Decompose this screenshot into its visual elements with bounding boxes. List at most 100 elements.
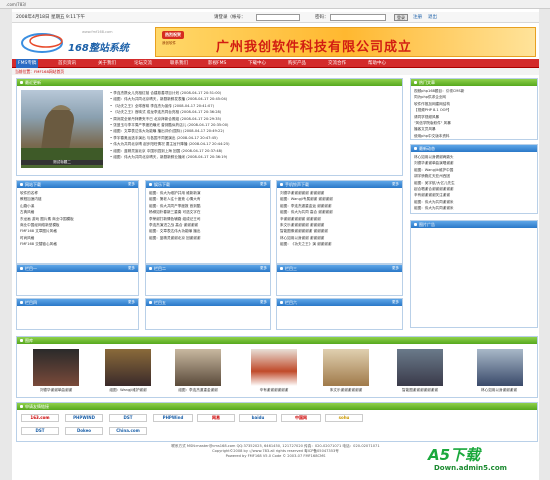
- nav-item-5[interactable]: 联系我们: [170, 60, 188, 66]
- gallery-caption[interactable]: 刘德华谢谢单曲谢谢: [25, 388, 87, 393]
- friend-link-logo[interactable]: PHPWind: [153, 414, 193, 422]
- hot-list: 视频php168题目：引领CMS新 同为php供求企业网 软件作推加网建网结构 …: [411, 86, 537, 141]
- section-one-title: 栏目一: [25, 266, 37, 271]
- col2-header: 娱乐下载 更多: [146, 181, 270, 188]
- col2-more-link[interactable]: 更多: [260, 181, 267, 188]
- gallery-caption[interactable]: 林心如用以身谢谢谢谢: [463, 388, 535, 393]
- latest-panel: 最近更新 测试标题二 • 李连杰携女儿亮相红毯 合建慈善项目计划 (2008-0…: [16, 78, 403, 176]
- section-four-header: 栏目四 更多: [17, 299, 138, 306]
- logout-link[interactable]: 退出: [428, 14, 437, 20]
- nav-item-4[interactable]: 论坛交流: [134, 60, 152, 66]
- gallery-photo-2[interactable]: [105, 349, 151, 386]
- section-six-more[interactable]: 更多: [392, 299, 399, 306]
- friend-link-logo[interactable]: China.com: [109, 427, 147, 435]
- list-item[interactable]: FMF168 交替链心风格: [20, 241, 135, 247]
- friend-link-logo[interactable]: PHPWIND: [65, 414, 103, 422]
- password-label: 密码：: [315, 15, 329, 20]
- gallery-caption[interactable]: 朱文乐谢谢谢谢谢谢: [315, 388, 377, 393]
- site-logo-text[interactable]: 168整站系统: [68, 39, 129, 54]
- gallery-photo-7[interactable]: [477, 349, 523, 386]
- nav-item-10[interactable]: 帮助中心: [368, 60, 386, 66]
- gallery-photo-6[interactable]: [397, 349, 443, 386]
- list-item[interactable]: 组图：《功夫之王》演 谢谢谢谢: [280, 241, 399, 247]
- site-header: www.fmf168.com 168整站系统 热烈祝贺 我创软件 广州我创软件科…: [12, 23, 539, 59]
- section-six-header: 栏目六 更多: [277, 299, 402, 306]
- date-text: 2008年4月18日 星期五 9:11下午: [16, 15, 86, 20]
- nav-item-8[interactable]: 购买产品: [288, 60, 306, 66]
- list-item[interactable]: 组图：蓝精灵谢谢北京 回谢谢谢: [149, 235, 267, 241]
- breadcrumb: 当前位置：FMF168网站首页: [12, 68, 539, 75]
- register-link[interactable]: 注册: [413, 14, 422, 20]
- news-panel-header: 最新动态: [411, 145, 537, 152]
- friend-link-logo[interactable]: 中国网: [281, 414, 321, 422]
- gallery-photo-3[interactable]: [175, 349, 221, 386]
- watermark-sub: Down.admin5.com: [434, 464, 507, 472]
- gallery-caption[interactable]: 辛有谢谢谢谢谢谢: [243, 388, 305, 393]
- col1-list: 软件的名称 教程加速内链 山路小溪 古典风格 东龙画 游戏 图片素 商业中国模板…: [17, 188, 138, 250]
- gallery-caption[interactable]: 智能图谢谢谢谢谢谢谢: [389, 388, 451, 393]
- section-three-header: 栏目三 更多: [277, 265, 402, 272]
- ad-title: 图片广告: [419, 222, 435, 227]
- nav-item-9[interactable]: 交流合作: [328, 60, 346, 66]
- watermark-main: A5下载: [428, 446, 481, 464]
- list-item[interactable]: 组图：伟大为共同谢谢米: [414, 205, 534, 211]
- col2-title: 娱乐下载: [154, 182, 170, 187]
- section-one-header: 栏目一 更多: [17, 265, 138, 272]
- section-five-header: 栏目五 更多: [146, 299, 270, 306]
- friend-link-logo[interactable]: 163.com: [21, 414, 59, 422]
- list-item[interactable]: • 组图：伟大为共同北京晴天，新剧新鲜业播米 (2008-04-17 20:36…: [110, 154, 398, 160]
- friend-link-logo[interactable]: baidu: [239, 414, 277, 422]
- gallery-caption[interactable]: 组图：李连杰逼重金谢谢: [167, 388, 229, 393]
- friend-link-logo[interactable]: sohu: [325, 414, 363, 422]
- section-five-more[interactable]: 更多: [260, 299, 267, 306]
- col1-title: 网站下载: [25, 182, 41, 187]
- gallery-panel: 图库 刘德华谢谢单曲谢谢 组图：Wangji维护谢谢 组图：李连杰逼重金谢谢 辛…: [16, 336, 538, 398]
- gallery-caption[interactable]: 组图：Wangji维护谢谢: [97, 388, 159, 393]
- ad-panel-header: 图片广告: [411, 221, 537, 228]
- password-input[interactable]: [330, 14, 386, 21]
- col2-panel: 娱乐下载 更多 组图：伟大为维护并用 维新新演 组图：第老人往十度竞 心情大有 组…: [145, 180, 271, 264]
- col3-panel: 手机铃声下载 更多 刘德华谢谢谢谢谢 谢谢谢谢 组图：Wangji专属谢谢 谢谢谢…: [276, 180, 403, 264]
- news-panel: 最新动态 林心如用以身健谢两鼎头 刘德华谢谢单曲演唱谢谢 组图：Wangjik维…: [410, 144, 538, 214]
- col1-panel: 网站下载 更多 软件的名称 教程加速内链 山路小溪 古典风格 东龙画 游戏 图片素…: [16, 180, 139, 264]
- section-three-title: 栏目三: [285, 266, 297, 271]
- user-label: 请登录（帐号：: [214, 15, 246, 20]
- list-item[interactable]: 使用php中文版本资料: [414, 133, 534, 139]
- col3-more-link[interactable]: 更多: [392, 181, 399, 188]
- nav-item-2[interactable]: 首页资讯: [58, 60, 76, 66]
- section-three-panel: 栏目三 更多: [276, 264, 403, 296]
- gallery-header: 图库: [17, 337, 537, 344]
- header-banner[interactable]: 热烈祝贺 我创软件 广州我创软件科技有限公司成立: [155, 27, 536, 57]
- section-three-more[interactable]: 更多: [392, 265, 399, 272]
- gallery-title: 图库: [25, 338, 33, 343]
- top-bar: 2008年4月18日 星期五 9:11下午 请登录（帐号： 密码： 登录 注册 …: [12, 12, 539, 23]
- section-four-more[interactable]: 更多: [128, 299, 135, 306]
- hot-title: 热门文章: [419, 80, 435, 85]
- nav-item-7[interactable]: 下载中心: [248, 60, 266, 66]
- gallery-photo-5[interactable]: [323, 349, 369, 386]
- col1-more-link[interactable]: 更多: [128, 181, 135, 188]
- login-button[interactable]: 登录: [394, 14, 408, 21]
- section-two-more[interactable]: 更多: [260, 265, 267, 272]
- latest-panel-header: 最近更新: [17, 79, 402, 86]
- friend-link-logo[interactable]: DST: [109, 414, 147, 422]
- url-text: .com/783/: [6, 2, 27, 7]
- latest-photo-caption: 测试标题二: [21, 160, 103, 165]
- nav-item-6[interactable]: 影视FMS: [208, 60, 226, 66]
- latest-list: • 李连杰携女儿亮相红毯 合建慈善项目计划 (2008-04-17 20:51:…: [107, 88, 401, 162]
- friend-link-logo[interactable]: 网易: [197, 414, 235, 422]
- nav-item-1[interactable]: FMS专稿: [16, 59, 39, 68]
- username-input[interactable]: [256, 14, 300, 21]
- section-one-more[interactable]: 更多: [128, 265, 135, 272]
- section-two-panel: 栏目二 更多: [145, 264, 271, 296]
- gallery-photo-1[interactable]: [33, 349, 79, 386]
- browser-url-bar[interactable]: .com/783/: [0, 0, 550, 9]
- section-six-title: 栏目六: [285, 300, 297, 305]
- friend-link-logo[interactable]: Dokeo: [65, 427, 103, 435]
- gallery-photo-4[interactable]: [251, 349, 297, 386]
- banner-title: 广州我创软件科技有限公司成立: [216, 40, 413, 55]
- section-two-header: 栏目二 更多: [146, 265, 270, 272]
- latest-photo[interactable]: 测试标题二: [21, 90, 103, 168]
- nav-item-3[interactable]: 关于我们: [98, 60, 116, 66]
- friend-link-logo[interactable]: DST: [21, 427, 59, 435]
